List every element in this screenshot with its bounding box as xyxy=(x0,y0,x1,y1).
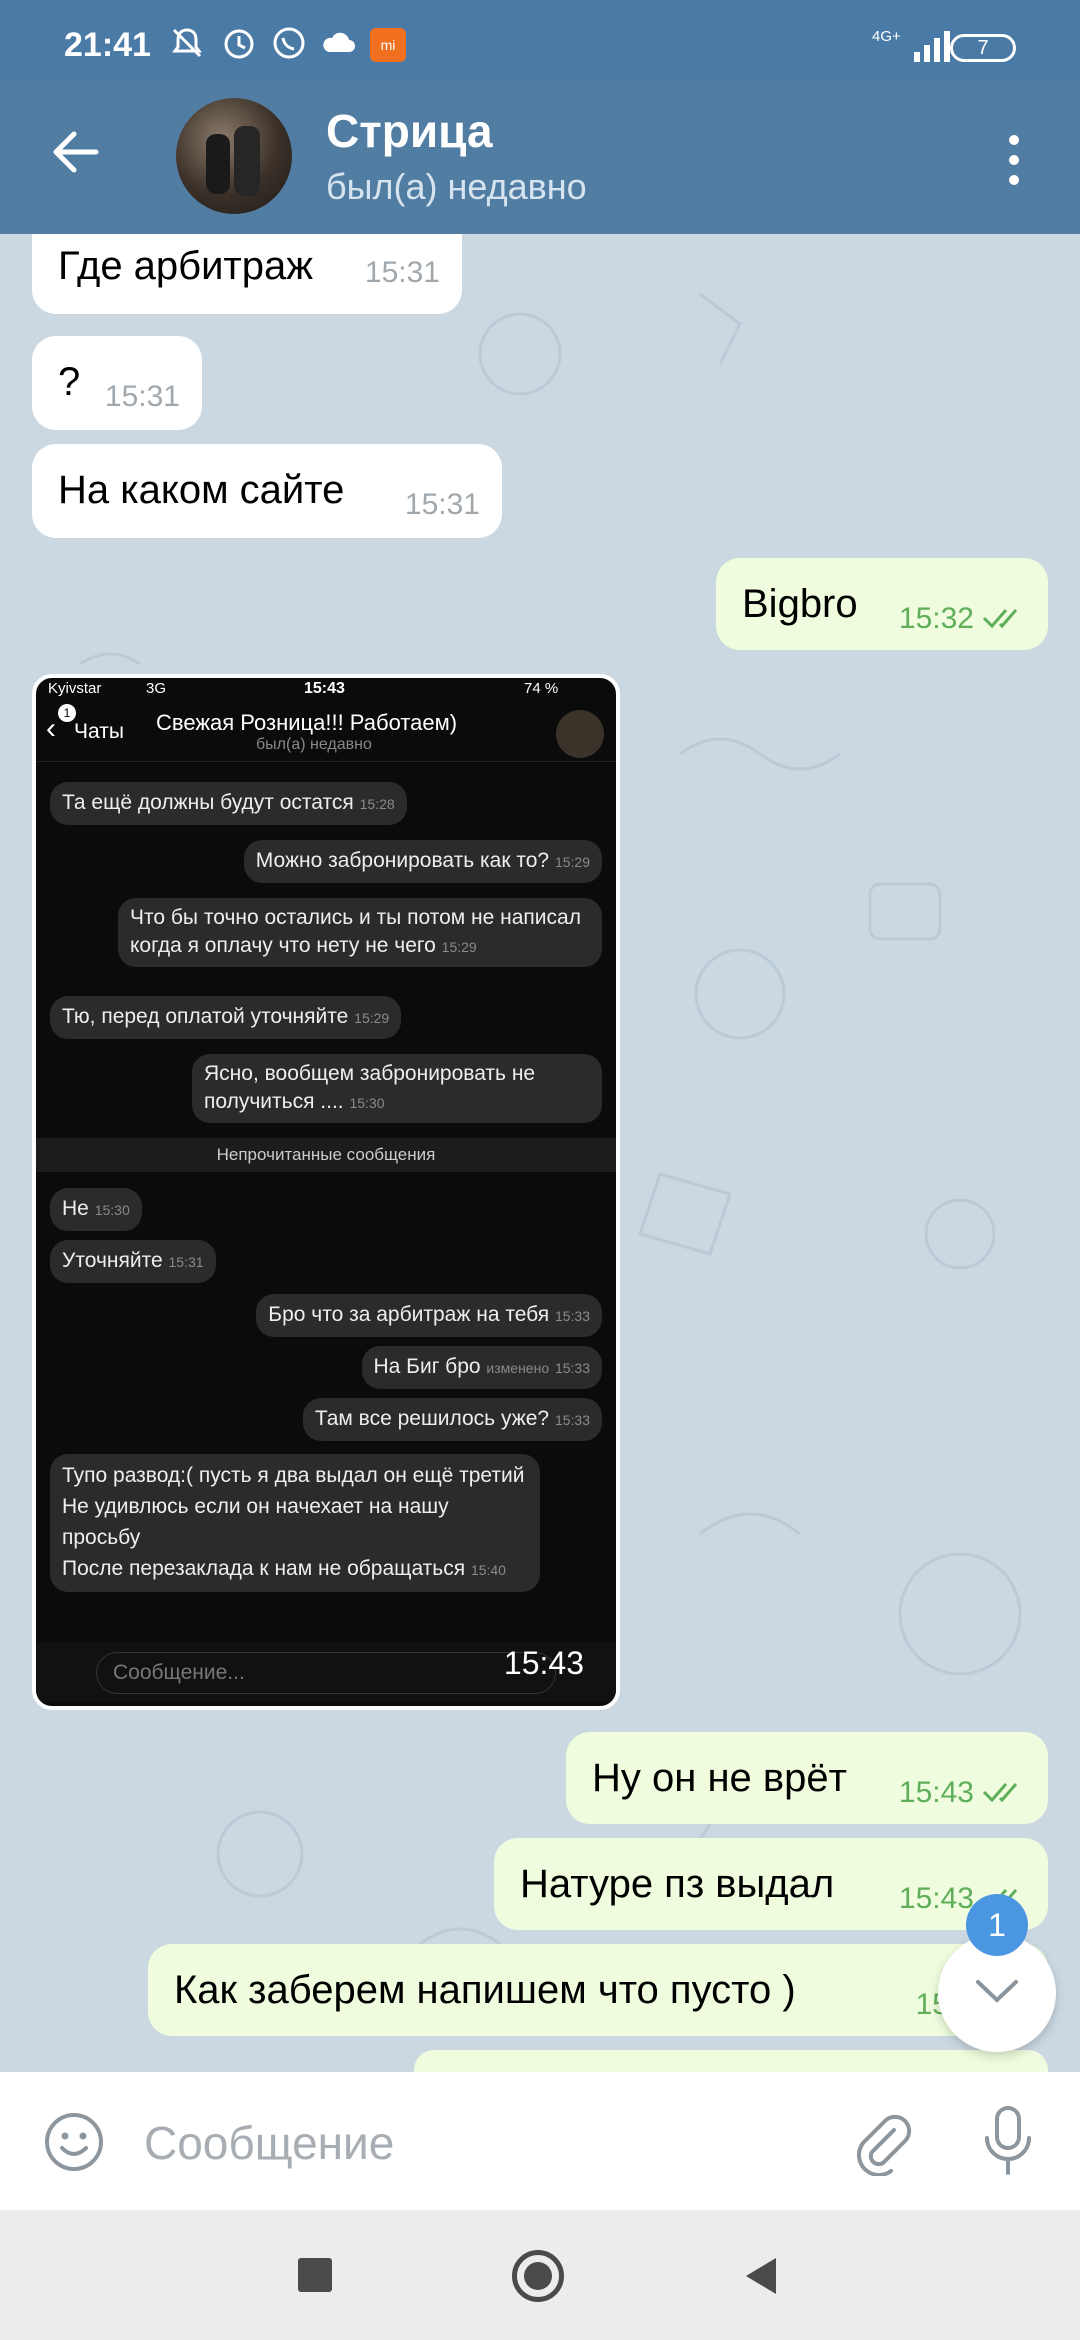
unread-divider: Непрочитанные сообщения xyxy=(36,1138,616,1172)
battery-icon: 7 xyxy=(950,34,1016,62)
image-message[interactable]: Kyivstar 3G 15:43 74 % ‹ 1 Чаты Свежая Р… xyxy=(32,674,620,1710)
image-time: 15:43 xyxy=(503,1645,584,1681)
cloud-icon xyxy=(323,32,355,52)
message-bubble[interactable]: Натуре пз выдал 15:43 xyxy=(494,1838,1048,1930)
double-check-icon xyxy=(982,609,1018,629)
message-bubble[interactable]: Где арбитраж 15:31 xyxy=(32,234,462,314)
message-bubble[interactable]: ? 15:31 xyxy=(32,336,202,430)
status-time: 21:41 xyxy=(64,26,151,64)
message-bubble[interactable]: Bigbro 15:32 xyxy=(716,558,1048,650)
message-bubble[interactable]: На каком сайте 15:31 xyxy=(32,444,502,538)
network-type: 4G+ xyxy=(872,28,901,45)
avatar[interactable] xyxy=(176,98,292,214)
attach-icon[interactable] xyxy=(850,2108,914,2176)
emoji-icon[interactable] xyxy=(42,2110,106,2174)
screenshot-message: На Биг бро изменено 15:33 xyxy=(361,1346,602,1389)
message-text: Bigbro xyxy=(742,582,858,626)
screenshot-message: Бро что за арбитраж на тебя 15:33 xyxy=(256,1294,602,1337)
screenshot-message: Та ещё должны будут остатся 15:28 xyxy=(50,782,407,825)
home-button[interactable] xyxy=(512,2250,564,2302)
message-time: 15:43 xyxy=(898,1882,974,1915)
message-time: 15:31 xyxy=(104,380,180,413)
screenshot-message: Там все решилось уже? 15:33 xyxy=(302,1398,602,1441)
message-text: Натуре пз выдал xyxy=(520,1862,835,1906)
chat-title[interactable]: Стрица xyxy=(326,104,493,158)
mi-app-icon: mi xyxy=(370,28,406,62)
screenshot-message: Уточняйте 15:31 xyxy=(50,1240,216,1283)
message-text: ? xyxy=(58,360,81,404)
message-bubble[interactable] xyxy=(414,2050,1048,2072)
microphone-icon[interactable] xyxy=(978,2102,1038,2182)
whatsapp-icon xyxy=(273,27,305,59)
system-nav-bar xyxy=(0,2210,1080,2340)
screenshot-header: ‹ 1 Чаты Свежая Розница!!! Работаем) был… xyxy=(36,700,616,762)
chat-status: был(а) недавно xyxy=(326,166,587,207)
screenshot-message: Можно забронировать как то? 15:29 xyxy=(243,840,602,883)
message-time: 15:31 xyxy=(364,256,440,289)
message-text: Где арбитраж xyxy=(58,244,313,288)
chat-header: Стрица был(а) недавно xyxy=(0,80,1080,234)
message-text: Ну он не врёт xyxy=(592,1756,847,1800)
alarm-icon xyxy=(224,29,254,59)
message-input-bar: Сообщение xyxy=(0,2072,1080,2210)
unread-count-badge: 1 xyxy=(966,1894,1028,1956)
mute-icon xyxy=(172,28,202,58)
message-bubble[interactable]: Ну он не врёт 15:43 xyxy=(566,1732,1048,1824)
screenshot-status-bar: Kyivstar 3G 15:43 74 % xyxy=(48,680,559,697)
back-button[interactable] xyxy=(740,2254,780,2298)
more-menu-icon[interactable] xyxy=(1004,132,1024,188)
chevron-down-icon xyxy=(976,1980,1018,2003)
double-check-icon xyxy=(982,1783,1018,1803)
recent-apps-button[interactable] xyxy=(298,2258,332,2292)
back-arrow-icon[interactable] xyxy=(48,124,104,180)
message-input[interactable]: Сообщение xyxy=(144,2116,394,2170)
screenshot-message: Что бы точно остались и ты потом не напи… xyxy=(118,898,602,967)
message-time: 15:32 xyxy=(898,602,974,635)
message-text: Как заберем напишем что пусто ) xyxy=(174,1968,796,2012)
chat-area[interactable]: Где арбитраж 15:31 ? 15:31 На каком сайт… xyxy=(0,234,1080,2072)
message-time: 15:31 xyxy=(404,488,480,521)
screenshot-message: Тю, перед оплатой уточняйте 15:29 xyxy=(50,996,402,1039)
screenshot-message: Не 15:30 xyxy=(50,1188,142,1231)
message-text: На каком сайте xyxy=(58,468,345,512)
screenshot-message: Ясно, вообщем забронировать не получитьс… xyxy=(192,1054,602,1123)
screenshot-message: Тупо развод:( пусть я два выдал он ещё т… xyxy=(50,1454,540,1592)
status-bar: 21:41 mi 4G+ 7 xyxy=(0,0,1080,80)
message-bubble[interactable]: Как заберем напишем что пусто ) 15:4 xyxy=(148,1944,1048,2036)
message-time: 15:43 xyxy=(898,1776,974,1809)
